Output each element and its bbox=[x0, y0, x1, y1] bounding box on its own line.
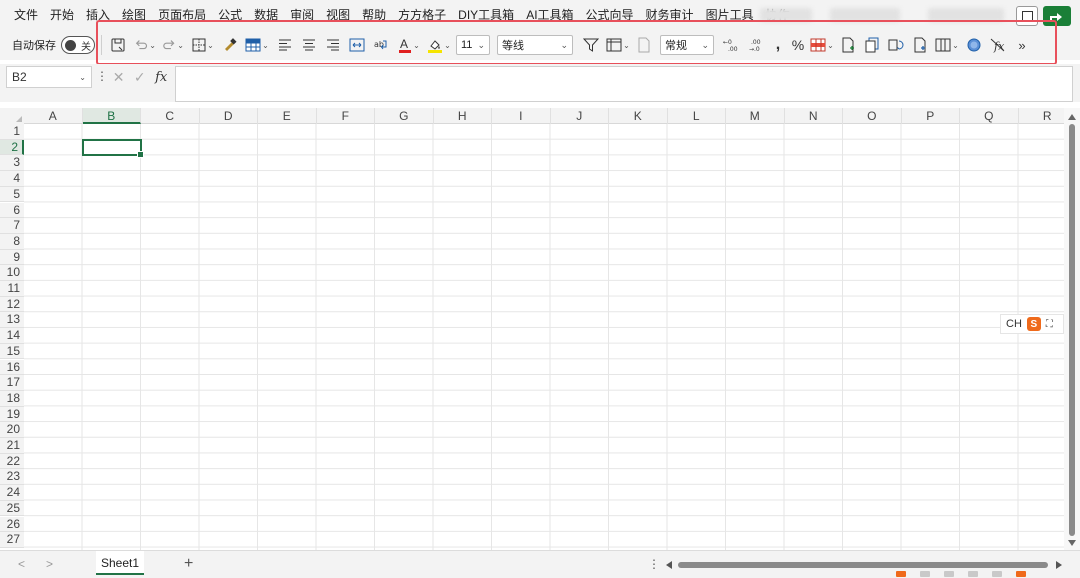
select-all-corner[interactable] bbox=[0, 108, 24, 124]
column-header[interactable]: J bbox=[551, 108, 609, 124]
column-header[interactable]: P bbox=[902, 108, 960, 124]
name-box[interactable]: B2 ⌄ bbox=[6, 66, 92, 88]
autosave: 自动保存 关 bbox=[0, 30, 95, 60]
row-header[interactable]: 5 bbox=[0, 186, 24, 203]
scroll-right-icon[interactable] bbox=[1056, 561, 1062, 569]
scroll-down-icon[interactable] bbox=[1068, 540, 1076, 546]
scroll-up-icon[interactable] bbox=[1068, 114, 1076, 120]
formula-actions: ✕ ✓ fx bbox=[108, 66, 172, 88]
scroll-left-icon[interactable] bbox=[666, 561, 672, 569]
row-header[interactable]: 26 bbox=[0, 516, 24, 533]
column-header[interactable]: I bbox=[492, 108, 551, 124]
autosave-state: 关 bbox=[81, 42, 91, 53]
row-header[interactable]: 15 bbox=[0, 343, 24, 360]
sogou-logo-icon[interactable]: S bbox=[1026, 317, 1041, 331]
row-header[interactable]: 7 bbox=[0, 218, 24, 234]
taskbar-icon bbox=[968, 571, 978, 577]
spreadsheet-grid[interactable]: ABCDEFGHIJKLMNOPQR 1 2 3 4 5 6 7 8 9 10 11 12 13 14 15… bbox=[0, 108, 1064, 550]
menu-item[interactable]: 开始 bbox=[44, 0, 80, 30]
highlight-annotation bbox=[96, 20, 1057, 65]
row-header[interactable]: 9 bbox=[0, 249, 24, 266]
column-header[interactable]: B bbox=[82, 108, 141, 124]
column-header[interactable]: E bbox=[258, 108, 317, 124]
row-header[interactable]: 18 bbox=[0, 390, 24, 407]
autosave-toggle[interactable]: 关 bbox=[61, 36, 95, 54]
column-header[interactable]: R bbox=[1019, 108, 1065, 124]
autosave-label: 自动保存 bbox=[12, 40, 56, 52]
row-header[interactable]: 25 bbox=[0, 500, 24, 517]
column-header[interactable]: O bbox=[843, 108, 902, 124]
column-header[interactable]: K bbox=[609, 108, 668, 124]
column-header-row: ABCDEFGHIJKLMNOPQR bbox=[0, 108, 1064, 124]
add-sheet-icon[interactable]: + bbox=[184, 555, 193, 573]
row-header[interactable]: 19 bbox=[0, 406, 24, 423]
formula-bar: B2 ⌄ ⋮ ✕ ✓ fx bbox=[0, 64, 1080, 102]
ime-language[interactable]: CH bbox=[1006, 318, 1022, 330]
row-header[interactable]: 4 bbox=[0, 171, 24, 187]
row-header[interactable]: 20 bbox=[0, 422, 24, 438]
ime-toolbar[interactable]: CH S ⛶ bbox=[1000, 314, 1064, 334]
taskbar-icon bbox=[920, 571, 930, 577]
chevron-down-icon: ⌄ bbox=[79, 72, 86, 82]
toggle-knob bbox=[65, 40, 76, 51]
sheet-tab[interactable]: Sheet1 bbox=[96, 551, 144, 575]
enter-icon[interactable]: ✓ bbox=[134, 69, 146, 86]
row-header[interactable]: 23 bbox=[0, 469, 24, 486]
row-header[interactable]: 22 bbox=[0, 453, 24, 470]
row-header[interactable]: 24 bbox=[0, 485, 24, 501]
row-header[interactable]: 8 bbox=[0, 233, 24, 250]
taskbar-icon bbox=[896, 571, 906, 577]
h-scroll-thumb[interactable] bbox=[678, 562, 1048, 568]
column-header[interactable]: A bbox=[24, 108, 83, 124]
row-header[interactable]: 21 bbox=[0, 438, 24, 454]
cancel-icon[interactable]: ✕ bbox=[113, 69, 125, 86]
expand-icon[interactable]: ⛶ bbox=[1046, 319, 1053, 330]
more-options-icon[interactable]: ⋮ bbox=[96, 69, 108, 83]
column-header[interactable]: L bbox=[668, 108, 726, 124]
column-header[interactable]: H bbox=[434, 108, 492, 124]
row-header[interactable]: 27 bbox=[0, 532, 24, 548]
prev-sheet-icon[interactable]: < bbox=[18, 557, 25, 571]
vertical-scrollbar[interactable] bbox=[1064, 108, 1080, 550]
row-header[interactable]: 11 bbox=[0, 281, 24, 297]
name-box-value: B2 bbox=[12, 70, 27, 84]
row-header[interactable]: 1 bbox=[0, 124, 24, 140]
column-header[interactable]: M bbox=[726, 108, 785, 124]
row-header[interactable]: 13 bbox=[0, 312, 24, 329]
row-header[interactable]: 12 bbox=[0, 296, 24, 313]
taskbar-icon bbox=[1016, 571, 1026, 577]
column-header[interactable]: G bbox=[375, 108, 434, 124]
row-header[interactable]: 16 bbox=[0, 359, 24, 376]
row-header[interactable]: 3 bbox=[0, 155, 24, 172]
column-header[interactable]: N bbox=[785, 108, 843, 124]
column-header[interactable]: F bbox=[317, 108, 375, 124]
tab-options-icon[interactable]: ⋮ bbox=[648, 557, 660, 571]
next-sheet-icon[interactable]: > bbox=[46, 557, 53, 571]
taskbar-icon bbox=[992, 571, 1002, 577]
active-cell[interactable] bbox=[82, 139, 144, 158]
column-header[interactable]: Q bbox=[960, 108, 1019, 124]
column-header[interactable]: C bbox=[141, 108, 200, 124]
taskbar-strip bbox=[896, 571, 1080, 578]
column-header[interactable]: D bbox=[200, 108, 258, 124]
taskbar-icon bbox=[944, 571, 954, 577]
cell-area[interactable] bbox=[24, 124, 1064, 550]
insert-function-icon[interactable]: fx bbox=[155, 70, 167, 85]
row-header[interactable]: 2 bbox=[0, 139, 24, 156]
formula-input[interactable] bbox=[175, 66, 1073, 102]
row-header[interactable]: 17 bbox=[0, 375, 24, 391]
menu-item[interactable]: 文件 bbox=[8, 0, 44, 30]
scroll-thumb[interactable] bbox=[1069, 124, 1075, 536]
row-header[interactable]: 6 bbox=[0, 202, 24, 219]
horizontal-scrollbar[interactable] bbox=[666, 560, 1062, 570]
row-header[interactable]: 10 bbox=[0, 265, 24, 281]
row-header[interactable]: 14 bbox=[0, 328, 24, 344]
